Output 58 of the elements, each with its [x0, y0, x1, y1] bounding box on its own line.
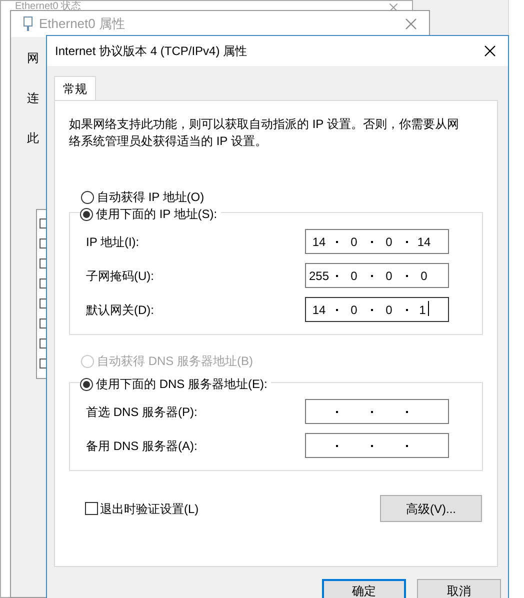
dot-separator-icon — [406, 240, 408, 242]
radio-label: 自动获得 DNS 服务器地址(B) — [97, 353, 253, 370]
radio-label: 使用下面的 IP 地址(S): — [96, 206, 218, 223]
octet-text: 14 — [312, 234, 326, 250]
dot-separator-icon — [336, 410, 338, 412]
octet-text: 14 — [312, 302, 326, 318]
field-label: 子网掩码(U): — [86, 268, 155, 284]
dialog-button[interactable]: 确定 — [322, 579, 406, 598]
dot-separator-icon — [336, 308, 338, 310]
close-icon[interactable] — [484, 45, 496, 57]
intro-text: 如果网络支持此功能，则可以获取自动指派的 IP 设置。否则，你需要从网络系统管理员处获得适当的 IP 设置。 — [69, 116, 460, 150]
dot-separator-icon — [406, 274, 408, 276]
octet-text: 0 — [386, 234, 392, 250]
field-label: 备用 DNS 服务器(A): — [86, 438, 198, 454]
checkbox-label: 退出时验证设置(L) — [100, 500, 199, 518]
window-title: Ethernet0 属性 — [39, 15, 125, 34]
dot-separator-icon — [370, 410, 372, 412]
dot-separator-icon — [406, 410, 408, 412]
label-text: 网 — [27, 50, 39, 67]
field-label: 首选 DNS 服务器(P): — [86, 404, 198, 420]
ip-address-field[interactable] — [305, 399, 449, 424]
checkbox[interactable] — [85, 502, 98, 515]
dot-separator-icon — [406, 444, 408, 446]
ip-address-field[interactable]: 255 0 0 0 — [305, 263, 449, 288]
octet-text: 1 — [419, 302, 426, 318]
field-label: IP 地址(I): — [86, 234, 140, 250]
label-text: 连 — [27, 90, 39, 107]
octet-text: 0 — [350, 268, 358, 284]
dot-separator-icon — [406, 308, 408, 310]
field-label: 默认网关(D): — [86, 302, 155, 318]
dialog-title: Internet 协议版本 4 (TCP/IPv4) 属性 — [55, 43, 248, 60]
radio-button[interactable] — [80, 378, 93, 390]
ip-address-field[interactable] — [305, 433, 449, 458]
dot-separator-icon — [336, 240, 338, 242]
advanced-button[interactable]: 高级(V)... — [380, 495, 482, 522]
dot-separator-icon — [336, 274, 338, 276]
dot-separator-icon — [370, 444, 372, 446]
ip-address-field[interactable]: 14 0 0 1 — [305, 297, 449, 322]
radio-label: 使用下面的 DNS 服务器地址(E): — [96, 376, 268, 393]
label-text: 此 — [27, 130, 39, 147]
octet-text: 0 — [350, 302, 358, 318]
octet-text: 0 — [386, 302, 392, 318]
octet-text: 0 — [386, 268, 392, 284]
network-adapter-icon — [23, 16, 33, 32]
radio-label: 自动获得 IP 地址(O) — [97, 189, 204, 206]
ip-address-field[interactable]: 14 0 0 14 — [305, 229, 449, 254]
dot-separator-icon — [370, 240, 372, 242]
radio-button[interactable] — [81, 190, 94, 204]
radio-button[interactable] — [80, 208, 93, 220]
dot-separator-icon — [336, 444, 338, 446]
dot-separator-icon — [370, 308, 372, 310]
dot-separator-icon — [370, 274, 372, 276]
octet-text: 255 — [308, 268, 330, 284]
tab[interactable]: 常规 — [54, 76, 96, 101]
octet-text: 0 — [420, 268, 428, 284]
octet-text: 0 — [350, 234, 358, 250]
octet-text: 14 — [417, 234, 431, 250]
dialog-button[interactable]: 取消 — [417, 579, 501, 598]
